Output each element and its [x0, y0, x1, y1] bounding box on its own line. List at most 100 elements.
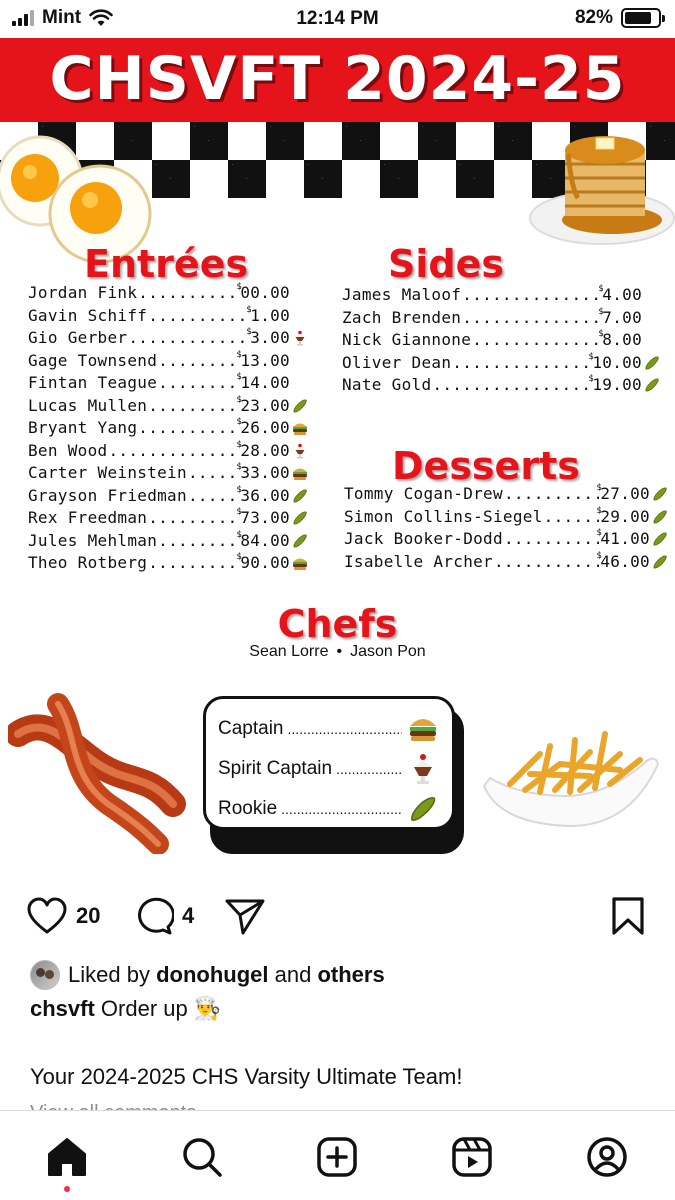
sundae-icon: [295, 330, 305, 346]
menu-item-name: Ben Wood: [28, 440, 108, 460]
leader-dots: [504, 528, 599, 551]
menu-item-price: $33.00: [236, 462, 290, 485]
currency-symbol: $: [236, 462, 243, 472]
home-active-dot: [64, 1186, 70, 1192]
battery-icon: [621, 8, 665, 28]
sundae-icon: [295, 443, 305, 459]
share-button[interactable]: [224, 897, 266, 935]
menu-item-name: Simon Collins-Siegel: [344, 506, 543, 526]
currency-symbol: $: [596, 528, 603, 538]
menu-item-name: Gage Townsend: [28, 350, 158, 370]
menu-item-price: $29.00: [596, 506, 650, 529]
menu-item-row: Gage Townsend $13.00: [28, 350, 308, 373]
menu-item-price: $3.00: [246, 327, 290, 350]
chef-separator: •: [336, 643, 343, 660]
menu-item-price: $26.00: [236, 417, 290, 440]
nav-reels[interactable]: [450, 1135, 494, 1179]
menu-item-price: $84.00: [236, 530, 290, 553]
menu-item-name: Fintan Teague: [28, 373, 158, 392]
sundae-icon: [414, 754, 432, 784]
search-icon: [183, 1138, 222, 1177]
menu-item-row: Jack Booker-Dodd $41.00: [344, 528, 668, 551]
burger-icon: [410, 719, 436, 741]
leader-dots: [462, 284, 601, 307]
pickle-icon: [293, 511, 307, 525]
leader-dots: [188, 462, 239, 485]
menu-item-name: Jordan Fink: [28, 283, 138, 302]
menu-item-name: Grayson Friedman: [28, 485, 187, 505]
currency-symbol: $: [236, 394, 243, 405]
menu-item-price: $73.00: [236, 507, 290, 530]
chefs-heading: Chefs: [277, 602, 398, 646]
menu-item-price: $13.00: [236, 350, 290, 373]
menu-item-price: $27.00: [596, 483, 650, 506]
menu-item-name: James Maloof: [342, 285, 462, 304]
liked-by-others[interactable]: others: [317, 962, 384, 987]
currency-symbol: $: [246, 304, 252, 315]
menu-item-price: $28.00: [236, 440, 290, 463]
leader-dots: [158, 350, 239, 373]
leader-dots: [158, 372, 239, 395]
entrees-list: Jordan Fink$00.00Gavin Schiff$1.00Gio Ge…: [28, 282, 308, 575]
menu-item-row: Jules Mehlman $84.00: [28, 530, 308, 553]
leader-dots: [504, 483, 599, 506]
pickle-icon: [411, 797, 436, 821]
pickle-icon: [653, 510, 667, 524]
liked-by-user[interactable]: donohugel: [156, 962, 268, 987]
currency-symbol: $: [598, 306, 604, 317]
like-button[interactable]: 20: [26, 897, 100, 935]
legend-row-captain: Captain: [218, 709, 440, 749]
currency-symbol: $: [236, 417, 243, 427]
legend-label: Spirit Captain: [218, 758, 333, 779]
save-button[interactable]: [610, 896, 646, 936]
currency-symbol: $: [596, 505, 603, 516]
currency-symbol: $: [236, 349, 243, 360]
menu-item-price: $46.00: [596, 551, 650, 574]
nav-create[interactable]: [315, 1135, 359, 1179]
pickle-icon: [293, 399, 307, 413]
legend-label: Rookie: [218, 798, 278, 819]
leader-dots: [128, 327, 249, 350]
like-count: 20: [76, 903, 101, 928]
menu-item-row: Jordan Fink$00.00: [28, 282, 308, 305]
menu-item-price: $36.00: [236, 485, 290, 508]
menu-item-row: Grayson Friedman $36.00: [28, 485, 308, 508]
leader-dots: [472, 329, 601, 352]
post-image[interactable]: CHSVFT 2024-25 Entrées Jordan Fink$00.00…: [0, 36, 675, 886]
leader-dots: [452, 352, 591, 375]
menu-item-row: Simon Collins-Siegel $29.00: [344, 506, 668, 529]
sides-list: James Maloof$4.00Zach Brenden$7.00Nick G…: [342, 284, 660, 397]
fries-image: [482, 731, 660, 828]
leader-dots: [148, 395, 239, 418]
currency-symbol: $: [236, 552, 243, 562]
nav-home[interactable]: [45, 1135, 89, 1179]
caption-username[interactable]: chsvft: [30, 996, 95, 1021]
reels-icon: [452, 1137, 492, 1177]
home-icon: [48, 1138, 86, 1176]
comment-button[interactable]: 4: [134, 897, 194, 935]
menu-item-row: Carter Weinstein $33.00: [28, 462, 308, 485]
menu-item-name: Gio Gerber: [28, 328, 128, 347]
nav-search[interactable]: [180, 1135, 224, 1179]
burger-icon: [293, 468, 307, 481]
burger-icon: [293, 423, 307, 436]
legend-row-rookie: Rookie: [218, 789, 440, 829]
menu-item-name: Oliver Dean: [342, 352, 452, 372]
menu-item-name: Lucas Mullen: [28, 395, 148, 415]
menu-item-name: Nick Giannone: [342, 330, 472, 349]
menu-item-price: $23.00: [236, 395, 290, 418]
caption-text: Order up 👨‍🍳: [100, 996, 222, 1021]
menu-item-row: Gavin Schiff $1.00: [28, 305, 308, 328]
leader-dots: [158, 530, 239, 553]
nav-profile[interactable]: [585, 1135, 629, 1179]
menu-item-row: Fintan Teague $14.00: [28, 372, 308, 395]
legend-row-spirit-captain: Spirit Captain: [218, 749, 440, 789]
heart-icon: [27, 897, 67, 934]
menu-item-price: $14.00: [236, 372, 290, 395]
burger-icon: [293, 558, 307, 571]
sides-heading: Sides: [388, 242, 504, 286]
menu-item-price: $41.00: [596, 528, 650, 551]
liker-avatar[interactable]: [30, 960, 60, 990]
menu-item-row: Ben Wood $28.00: [28, 440, 308, 463]
leader-dots: [138, 417, 239, 440]
